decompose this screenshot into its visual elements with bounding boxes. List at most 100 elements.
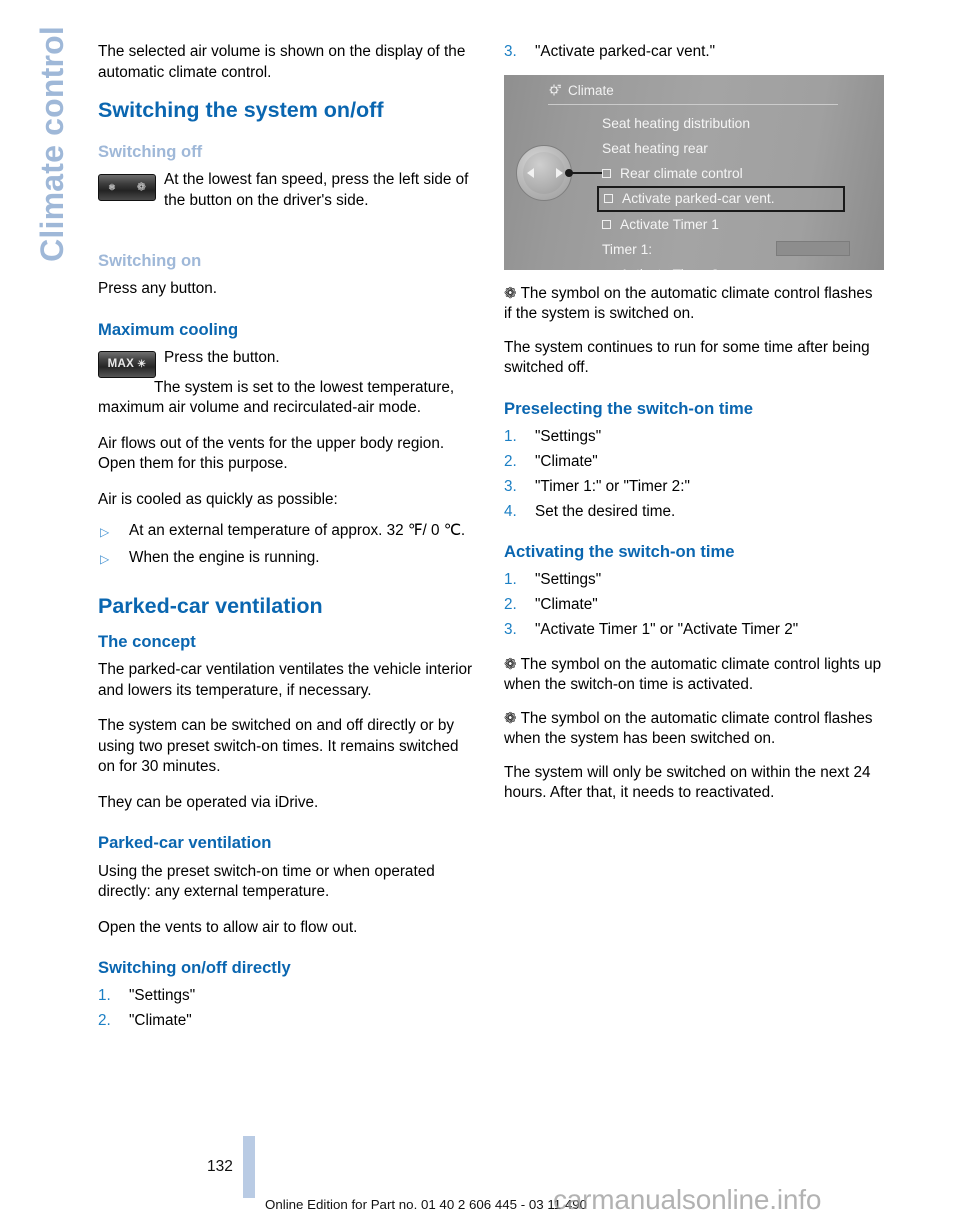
switching-off-button-row: ❅ ❁ At the lowest fan speed, press the l… [98,170,478,211]
timer-1-value-field[interactable] [776,240,850,256]
menu-item-label: Timer 1: [602,241,653,257]
list-item: ▷ At an external temperature of approx. … [98,521,478,542]
left-column: The selected air volume is shown on the … [98,42,478,1046]
list-item: 3. "Activate Timer 1" or "Activate Timer… [504,620,884,641]
switch-direct-steps: 1. "Settings" 2. "Climate" [98,986,478,1032]
concept-paragraph-2: The system can be switched on and off di… [98,717,459,776]
idrive-menu-item-activate-timer-1[interactable]: Activate Timer 1 [600,212,862,237]
step-number: 3. [504,477,517,495]
menu-item-label: Activate Timer 2 [620,267,719,270]
switching-off-text: At the lowest fan speed, press the left … [164,171,469,209]
heading-activating-switch-on-time: Activating the switch-on time [504,542,735,562]
list-item: 2. "Climate" [504,595,884,616]
step-number: 2. [504,596,517,614]
step-three-list: 3. "Activate parked-car vent." [504,42,884,63]
step-number: 1. [504,571,517,589]
fan-icon: ❁ [504,284,517,302]
note-flashes: ❁ The symbol on the automatic climate con… [504,284,884,325]
note-lights-up: ❁ The symbol on the automatic climate con… [504,655,884,696]
list-item-label: At an external temperature of approx. 32… [129,522,466,540]
idrive-menu-item-timer-1[interactable]: Timer 1: [600,237,862,262]
note-flashes-2: ❁ The symbol on the automatic climate con… [504,709,884,750]
final-text: The system will only be switched on with… [504,763,871,802]
intro-paragraph: The selected air volume is shown on the … [98,43,466,81]
step-label: "Climate" [535,596,598,614]
idrive-title-row: Climate [548,83,614,98]
subheading-the-concept: The concept [98,632,196,652]
fan-speed-button[interactable]: ❅ ❁ [98,174,156,202]
page-number: 132 [207,1158,233,1175]
fan-icon: ❁ [504,655,517,673]
list-item: 3. "Timer 1:" or "Timer 2:" [504,477,884,498]
step-label: Set the desired time. [535,502,676,520]
idrive-menu-item-rear-climate-control[interactable]: Rear climate control [600,161,862,186]
list-item: 4. Set the desired time. [504,502,884,523]
subheading-parked-car-ventilation: Parked-car ventilation [98,833,272,853]
note-flashes-2-text: The symbol on the automatic climate cont… [504,709,873,748]
menu-item-label: Seat heating rear [602,140,708,156]
snowflake-icon: ❅ [108,181,116,193]
idrive-title-divider [548,103,838,105]
step-number: 3. [504,621,517,639]
step-label: "Climate" [535,452,598,470]
step-label: "Climate" [129,1012,192,1030]
parked-paragraph-1: Using the preset switch-on time or when … [98,862,435,901]
menu-item-label: Activate Timer 1 [620,216,719,232]
concept-paragraph-1: The parked-car ventilation ventilates th… [98,661,473,699]
step-label: "Activate parked-car vent." [535,43,716,60]
menu-item-label: Rear climate control [620,165,743,181]
note-flashes-text: The symbol on the automatic climate cont… [504,284,873,323]
list-item: 1. "Settings" [504,570,884,591]
max-press-text: Press the button. [164,348,280,366]
idrive-menu-list: Seat heating distribution Seat heating r… [597,111,862,270]
idrive-menu-item-seat-heating-rear[interactable]: Seat heating rear [600,136,862,161]
air-cooled-list: ▷ At an external temperature of approx. … [98,521,478,568]
idrive-controller-knob[interactable] [516,144,602,203]
fan-icon: ❁ [136,181,146,194]
knob-left-arrow-icon [527,167,534,178]
list-item: 1. "Settings" [504,427,884,448]
checkbox-icon[interactable] [602,219,611,229]
list-item-label: When the engine is running. [129,548,320,566]
climate-gear-icon [548,83,562,97]
step-number: 3. [504,43,517,60]
watermark: carmanualsonline.info [553,1184,822,1215]
step-number: 1. [98,987,111,1005]
step-number: 2. [504,452,517,470]
list-item: 3. "Activate parked-car vent." [504,42,884,63]
checkbox-icon[interactable] [604,194,613,203]
page-footer: 132 Online Edition for Part no. 01 40 2 … [0,1132,960,1222]
preselect-steps: 1. "Settings" 2. "Climate" 3. "Timer 1:"… [504,427,884,523]
menu-item-label: Activate parked-car vent. [622,191,775,206]
step-number: 1. [504,427,517,445]
activating-steps: 1. "Settings" 2. "Climate" 3. "Activate … [504,570,884,641]
idrive-title: Climate [568,82,614,98]
step-label: "Settings" [535,571,602,589]
sun-icon: ☀ [137,358,147,370]
air-cooled-lead: Air is cooled as quickly as possible: [98,490,338,508]
note-lights-up-text: The symbol on the automatic climate cont… [504,655,882,694]
right-column: 3. "Activate parked-car vent." Climate S… [504,42,884,819]
checkbox-icon[interactable] [602,168,611,178]
idrive-menu-item-seat-heating-distribution[interactable]: Seat heating distribution [600,111,862,136]
footer-accent-bar [243,1136,255,1198]
callout-leader-line [568,171,602,174]
max-cooling-button-row: MAX ☀ Press the button. [98,348,478,378]
edition-line: Online Edition for Part no. 01 40 2 606 … [265,1197,588,1212]
step-label: "Activate Timer 1" or "Activate Timer 2" [535,621,799,639]
switching-on-text: Press any button. [98,280,218,298]
step-number: 2. [98,1012,111,1030]
max-cooling-button[interactable]: MAX ☀ [98,350,156,378]
idrive-menu-item-activate-parked-car-vent[interactable]: Activate parked-car vent. [597,185,845,212]
idrive-menu-item-activate-timer-2[interactable]: Activate Timer 2 [600,262,862,270]
triangle-bullet-icon: ▷ [100,525,110,540]
step-number: 4. [504,502,517,520]
fan-icon: ❁ [504,709,517,727]
triangle-bullet-icon: ▷ [100,551,110,566]
continues-text: The system continues to run for some tim… [504,338,870,377]
list-item: ▷ When the engine is running. [98,548,478,569]
page-content: The selected air volume is shown on the … [0,0,960,1222]
menu-item-label: Seat heating distribution [602,115,751,131]
concept-paragraph-3: They can be operated via iDrive. [98,793,319,811]
parked-paragraph-2: Open the vents to allow air to flow out. [98,918,358,936]
